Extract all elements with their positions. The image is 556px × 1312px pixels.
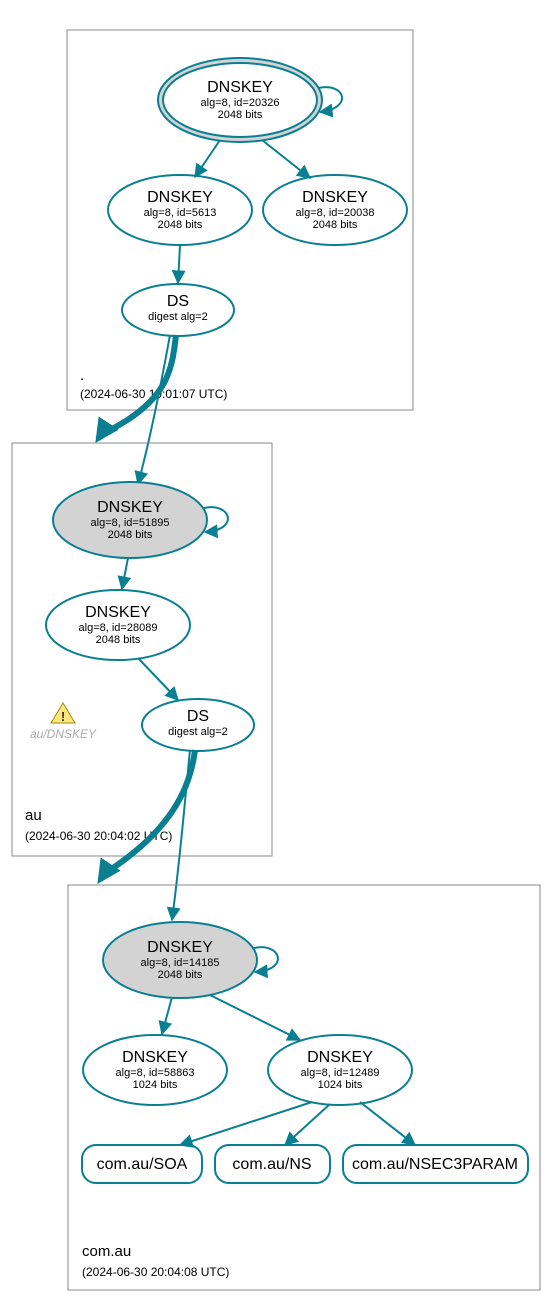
node-root-zsk2: DNSKEY alg=8, id=20038 2048 bits [263,175,407,245]
edge-zsk2-ns [285,1104,330,1145]
svg-text:2048 bits: 2048 bits [158,969,203,981]
svg-text:DNSKEY: DNSKEY [307,1049,373,1066]
dnssec-chain-diagram: . (2024-06-30 19:01:07 UTC) DNSKEY alg=8… [0,0,556,1312]
svg-text:DNSKEY: DNSKEY [147,189,213,206]
svg-text:digest alg=2: digest alg=2 [168,726,228,738]
node-root-ds: DS digest alg=2 [122,284,234,336]
svg-text:alg=8, id=51895: alg=8, id=51895 [91,517,170,529]
svg-text:com.au/NSEC3PARAM: com.au/NSEC3PARAM [352,1156,518,1173]
zone-label-root: . [80,367,84,384]
svg-text:DNSKEY: DNSKEY [97,499,163,516]
node-au-ksk: DNSKEY alg=8, id=51895 2048 bits [53,482,207,558]
svg-text:2048 bits: 2048 bits [218,109,263,121]
edge-comauksk-zsk2 [210,995,300,1040]
edge-rootksk-zsk2 [262,140,310,178]
node-soa: com.au/SOA [82,1145,202,1183]
svg-text:DS: DS [167,293,189,310]
edge-zsk2-nsec3 [360,1102,415,1145]
node-au-ds: DS digest alg=2 [142,699,254,751]
zone-label-comau: com.au [82,1243,131,1260]
svg-text:DNSKEY: DNSKEY [207,79,273,96]
svg-text:2048 bits: 2048 bits [313,219,358,231]
node-comau-zsk1: DNSKEY alg=8, id=58863 1024 bits [83,1035,227,1105]
svg-text:digest alg=2: digest alg=2 [148,311,208,323]
svg-text:alg=8, id=28089: alg=8, id=28089 [79,622,158,634]
svg-text:com.au/NS: com.au/NS [232,1156,311,1173]
warning-au-dnskey: ! au/DNSKEY [30,703,97,741]
svg-text:2048 bits: 2048 bits [96,634,141,646]
svg-text:!: ! [61,709,65,724]
zone-time-comau: (2024-06-30 20:04:08 UTC) [82,1265,229,1279]
svg-text:DNSKEY: DNSKEY [85,604,151,621]
svg-text:DS: DS [187,708,209,725]
svg-text:alg=8, id=12489: alg=8, id=12489 [301,1067,380,1079]
svg-text:DNSKEY: DNSKEY [122,1049,188,1066]
edge-rootksk-zsk1 [195,140,220,177]
edge-zone-au-comau [100,750,195,880]
svg-text:2048 bits: 2048 bits [158,219,203,231]
edge-auksk-zsk [122,558,128,589]
svg-text:alg=8, id=20326: alg=8, id=20326 [201,97,280,109]
svg-text:1024 bits: 1024 bits [133,1079,178,1091]
node-comau-ksk: DNSKEY alg=8, id=14185 2048 bits [103,922,257,998]
svg-text:alg=8, id=58863: alg=8, id=58863 [116,1067,195,1079]
svg-text:1024 bits: 1024 bits [318,1079,363,1091]
edge-rootzsk1-ds [178,245,180,283]
svg-text:alg=8, id=14185: alg=8, id=14185 [141,957,220,969]
node-root-ksk: DNSKEY alg=8, id=20326 2048 bits [158,58,322,142]
node-ns: com.au/NS [215,1145,330,1183]
svg-text:DNSKEY: DNSKEY [147,939,213,956]
svg-text:com.au/SOA: com.au/SOA [97,1156,188,1173]
edge-auds-comauksk [172,750,190,920]
svg-text:au/DNSKEY: au/DNSKEY [30,727,97,741]
svg-text:alg=8, id=20038: alg=8, id=20038 [296,207,375,219]
zone-label-au: au [25,807,42,824]
node-comau-zsk2: DNSKEY alg=8, id=12489 1024 bits [268,1035,412,1105]
svg-text:DNSKEY: DNSKEY [302,189,368,206]
edge-comauksk-zsk1 [162,997,172,1034]
edge-auzsk-ds [138,658,178,700]
node-au-zsk: DNSKEY alg=8, id=28089 2048 bits [46,590,190,660]
svg-text:alg=8, id=5613: alg=8, id=5613 [144,207,217,219]
node-root-zsk1: DNSKEY alg=8, id=5613 2048 bits [108,175,252,245]
node-nsec3: com.au/NSEC3PARAM [343,1145,528,1183]
svg-text:2048 bits: 2048 bits [108,529,153,541]
